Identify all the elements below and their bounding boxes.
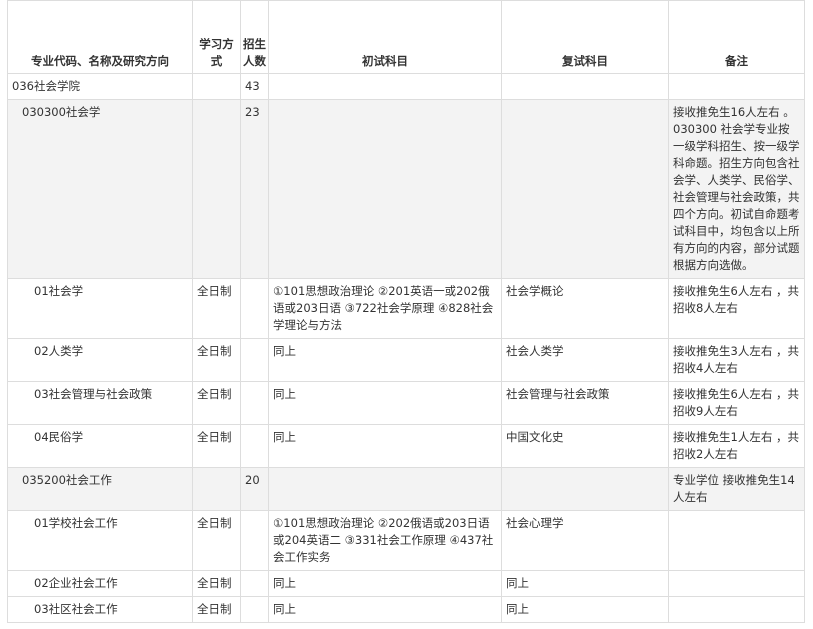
retest-exam-cell: 中国文化史 <box>501 424 669 468</box>
study-mode-cell: 全日制 <box>192 596 241 623</box>
notes-cell <box>668 570 805 597</box>
major-cell: 02人类学 <box>7 338 193 382</box>
preliminary-exam-cell <box>268 73 502 100</box>
retest-exam-cell: 社会学概论 <box>501 278 669 339</box>
major-cell: 030300社会学 <box>7 99 193 279</box>
enrollment-count-cell <box>240 424 269 468</box>
notes-cell <box>668 73 805 100</box>
retest-exam-cell <box>501 467 669 511</box>
study-mode-cell: 全日制 <box>192 338 241 382</box>
study-mode-cell: 全日制 <box>192 381 241 425</box>
notes-cell: 接收推免生3人左右 ，共招收4人左右 <box>668 338 805 382</box>
header-major: 专业代码、名称及研究方向 <box>7 0 193 74</box>
major-cell: 04民俗学 <box>7 424 193 468</box>
retest-exam-cell: 同上 <box>501 596 669 623</box>
enrollment-count-cell: 43 <box>240 73 269 100</box>
retest-exam-cell <box>501 73 669 100</box>
notes-cell: 接收推免生1人左右 ，共招收2人左右 <box>668 424 805 468</box>
preliminary-exam-cell <box>268 467 502 511</box>
enrollment-count-cell <box>240 381 269 425</box>
study-mode-cell: 全日制 <box>192 570 241 597</box>
major-cell: 01学校社会工作 <box>7 510 193 571</box>
table-row: 035200社会工作 20 专业学位 接收推免生14人左右 <box>7 467 805 511</box>
major-cell: 036社会学院 <box>7 73 193 100</box>
table-row: 01社会学 全日制 ①101思想政治理论 ②201英语一或202俄语或203日语 ③… <box>7 278 805 339</box>
notes-cell <box>668 510 805 571</box>
study-mode-cell <box>192 73 241 100</box>
study-mode-cell: 全日制 <box>192 278 241 339</box>
table-row: 04民俗学 全日制 同上 中国文化史 接收推免生1人左右 ，共招收2人左右 <box>7 424 805 468</box>
preliminary-exam-cell: 同上 <box>268 338 502 382</box>
major-cell: 03社区社会工作 <box>7 596 193 623</box>
table-row: 01学校社会工作 全日制 ①101思想政治理论 ②202俄语或203日语或204英语… <box>7 510 805 571</box>
enrollment-count-cell: 20 <box>240 467 269 511</box>
table-row: 03社会管理与社会政策 全日制 同上 社会管理与社会政策 接收推免生6人左右 ，共招收9… <box>7 381 805 425</box>
retest-exam-cell: 社会人类学 <box>501 338 669 382</box>
table-header-row: 专业代码、名称及研究方向 学习方式 招生人数 初试科目 复试科目 备注 <box>7 0 805 74</box>
preliminary-exam-cell: ①101思想政治理论 ②202俄语或203日语或204英语二 ③331社会工作原… <box>268 510 502 571</box>
major-cell: 01社会学 <box>7 278 193 339</box>
enrollment-count-cell <box>240 278 269 339</box>
notes-cell: 接收推免生16人左右 。030300 社会学专业按一级学科招生、按一级学科命题。… <box>668 99 805 279</box>
major-cell: 03社会管理与社会政策 <box>7 381 193 425</box>
enrollment-count-cell <box>240 510 269 571</box>
notes-cell <box>668 596 805 623</box>
table-body: 036社会学院 43 030300社会学 23 接收推免生16人左右 。030300 社… <box>7 73 805 623</box>
preliminary-exam-cell: ①101思想政治理论 ②201英语一或202俄语或203日语 ③722社会学原理… <box>268 278 502 339</box>
header-retest-exam: 复试科目 <box>501 0 669 74</box>
retest-exam-cell: 同上 <box>501 570 669 597</box>
major-cell: 02企业社会工作 <box>7 570 193 597</box>
header-enrollment-count: 招生人数 <box>240 0 269 74</box>
enrollment-count-cell: 23 <box>240 99 269 279</box>
preliminary-exam-cell: 同上 <box>268 570 502 597</box>
notes-cell: 接收推免生6人左右 ，共招收9人左右 <box>668 381 805 425</box>
table-row: 02企业社会工作 全日制 同上 同上 <box>7 570 805 597</box>
major-cell: 035200社会工作 <box>7 467 193 511</box>
header-study-mode: 学习方式 <box>192 0 241 74</box>
table-row: 02人类学 全日制 同上 社会人类学 接收推免生3人左右 ，共招收4人左右 <box>7 338 805 382</box>
preliminary-exam-cell: 同上 <box>268 381 502 425</box>
table-row: 03社区社会工作 全日制 同上 同上 <box>7 596 805 623</box>
table-row: 030300社会学 23 接收推免生16人左右 。030300 社会学专业按一级学科… <box>7 99 805 279</box>
notes-cell: 接收推免生6人左右 ，共招收8人左右 <box>668 278 805 339</box>
table-row: 036社会学院 43 <box>7 73 805 100</box>
enrollment-count-cell <box>240 338 269 382</box>
preliminary-exam-cell: 同上 <box>268 596 502 623</box>
enrollment-count-cell <box>240 570 269 597</box>
preliminary-exam-cell <box>268 99 502 279</box>
study-mode-cell <box>192 99 241 279</box>
preliminary-exam-cell: 同上 <box>268 424 502 468</box>
header-preliminary-exam: 初试科目 <box>268 0 502 74</box>
admissions-table: 专业代码、名称及研究方向 学习方式 招生人数 初试科目 复试科目 备注 036社… <box>7 0 805 623</box>
study-mode-cell: 全日制 <box>192 424 241 468</box>
notes-cell: 专业学位 接收推免生14人左右 <box>668 467 805 511</box>
study-mode-cell: 全日制 <box>192 510 241 571</box>
retest-exam-cell: 社会心理学 <box>501 510 669 571</box>
retest-exam-cell <box>501 99 669 279</box>
study-mode-cell <box>192 467 241 511</box>
enrollment-count-cell <box>240 596 269 623</box>
retest-exam-cell: 社会管理与社会政策 <box>501 381 669 425</box>
header-notes: 备注 <box>668 0 805 74</box>
